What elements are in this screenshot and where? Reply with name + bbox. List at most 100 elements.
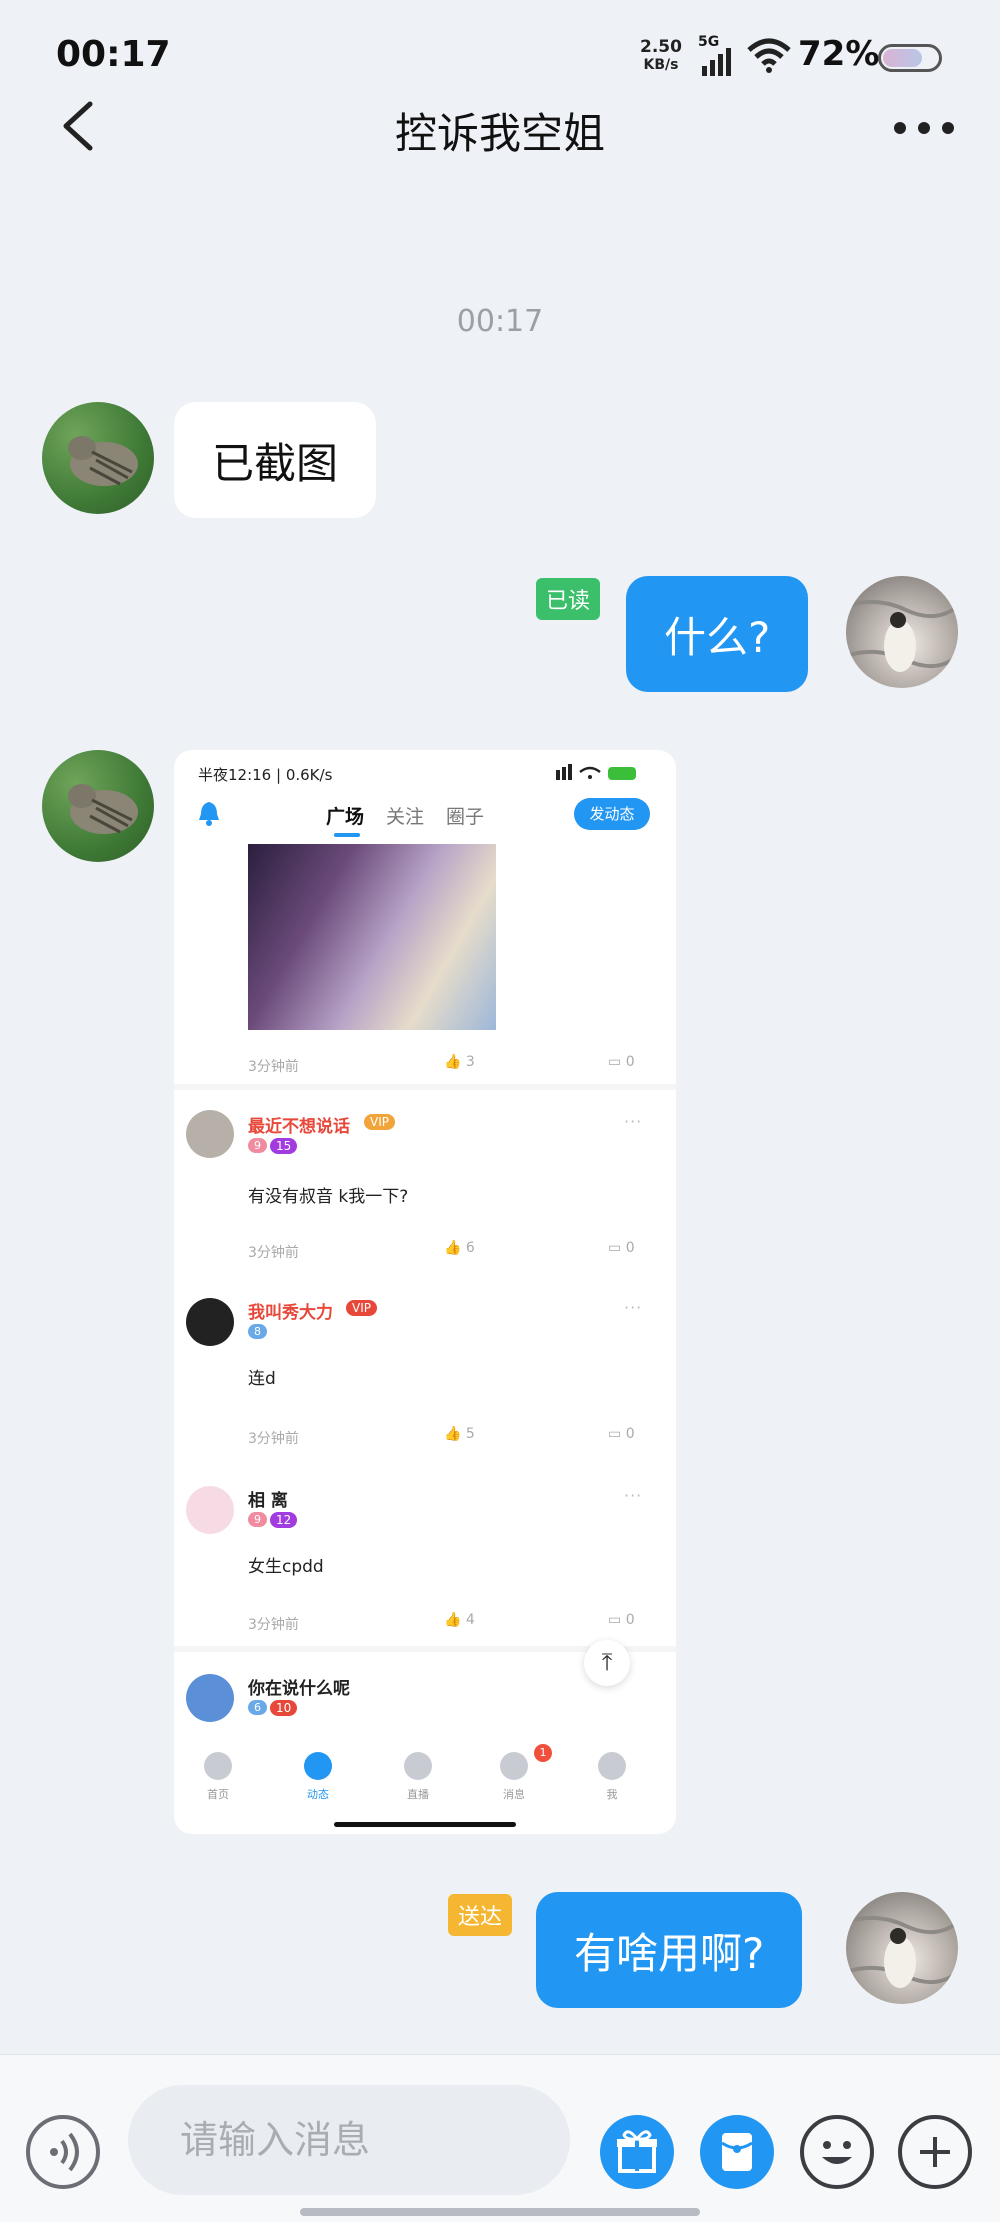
message-bubble-outgoing[interactable]: 有啥用啊? xyxy=(536,1892,803,2008)
vip-badge: VIP xyxy=(346,1300,377,1316)
more-actions-button[interactable] xyxy=(898,2115,972,2189)
message-text: 已截图 xyxy=(212,438,339,488)
post-text: 连d xyxy=(248,1369,276,1389)
rank-badge: 15 xyxy=(270,1138,298,1154)
read-status-badge: 已读 xyxy=(536,578,601,620)
nav-home[interactable]: 首页 xyxy=(178,1752,258,1802)
like-count[interactable]: 👍 3 xyxy=(444,1054,475,1070)
thumbs-up-icon: 👍 xyxy=(444,1240,462,1256)
chat-timestamp: 00:17 xyxy=(456,304,544,339)
like-count[interactable]: 👍 5 xyxy=(444,1426,475,1442)
smile-icon xyxy=(822,2141,852,2164)
post-avatar[interactable] xyxy=(186,1674,234,1722)
vip-badge: VIP xyxy=(364,1114,395,1130)
post-button[interactable]: 发动态 xyxy=(574,798,650,830)
reply-count[interactable]: ▭ 0 xyxy=(608,1240,635,1256)
emoji-button[interactable] xyxy=(800,2115,874,2189)
message-input[interactable] xyxy=(128,2085,570,2195)
post-time: 3分钟前 xyxy=(248,1431,299,1447)
my-avatar[interactable] xyxy=(846,1892,958,2004)
nav-me[interactable]: 我 xyxy=(572,1752,652,1802)
tab-square[interactable]: 广场 xyxy=(326,802,364,829)
reply-count[interactable]: ▭ 0 xyxy=(608,1054,635,1070)
bell-icon[interactable] xyxy=(196,800,222,826)
post-username[interactable]: 相 离 xyxy=(248,1486,288,1511)
comment-icon: ▭ xyxy=(608,1612,622,1628)
more-dots-icon[interactable]: ··· xyxy=(624,1112,642,1131)
post-time: 3分钟前 xyxy=(248,1059,299,1075)
more-dots-icon[interactable]: ··· xyxy=(624,1486,642,1505)
home-icon xyxy=(204,1752,232,1780)
red-packet-icon xyxy=(721,2133,753,2171)
compass-icon xyxy=(304,1752,332,1780)
message-text: 什么? xyxy=(664,612,771,662)
gift-button[interactable] xyxy=(600,2115,674,2189)
my-avatar[interactable] xyxy=(846,576,958,688)
reply-count[interactable]: ▭ 0 xyxy=(608,1612,635,1628)
tab-circle[interactable]: 圈子 xyxy=(446,802,484,829)
video-icon xyxy=(404,1752,432,1780)
wifi-icon xyxy=(746,36,792,80)
screenshot-bottom-nav: 首页 动态 直播 消息 1 我 xyxy=(174,1740,676,1834)
post-image[interactable] xyxy=(248,844,496,1030)
post-username[interactable]: 最近不想说话 xyxy=(248,1112,350,1137)
more-button[interactable] xyxy=(890,110,960,146)
thumbs-up-icon: 👍 xyxy=(444,1612,462,1628)
network-speed-unit: KB/s xyxy=(643,57,679,73)
input-bar xyxy=(0,2054,1000,2222)
comment-icon: ▭ xyxy=(608,1240,622,1256)
post-avatar[interactable] xyxy=(186,1110,234,1158)
post-username[interactable]: 我叫秀大力 xyxy=(248,1298,333,1323)
battery-fill xyxy=(883,49,922,67)
network-speed: 2.50 KB/s xyxy=(640,38,682,74)
more-dots-icon[interactable]: ··· xyxy=(624,1298,642,1317)
home-indicator xyxy=(300,2208,700,2216)
battery-icon xyxy=(878,44,942,72)
message-bubble-outgoing[interactable]: 什么? xyxy=(626,576,809,692)
network-speed-value: 2.50 xyxy=(640,37,682,57)
screenshot-status-time: 半夜12:16 | 0.6K/s xyxy=(198,766,333,784)
sent-status-badge: 送达 xyxy=(448,1894,513,1936)
gift-icon xyxy=(617,2130,657,2173)
rank-badge: 10 xyxy=(270,1700,298,1716)
post-avatar[interactable] xyxy=(186,1298,234,1346)
chat-icon xyxy=(500,1752,528,1780)
level-badge: 6 xyxy=(248,1700,267,1715)
tab-underline xyxy=(334,833,360,837)
reply-count[interactable]: ▭ 0 xyxy=(608,1426,635,1442)
profile-icon xyxy=(598,1752,626,1780)
arrow-up-icon: ⤒ xyxy=(601,1648,613,1676)
level-badge: 9 xyxy=(248,1512,267,1527)
like-count[interactable]: 👍 6 xyxy=(444,1240,475,1256)
contact-avatar[interactable] xyxy=(42,402,154,514)
post-time: 3分钟前 xyxy=(248,1245,299,1261)
thumbs-up-icon: 👍 xyxy=(444,1426,462,1442)
divider xyxy=(174,1084,676,1090)
red-packet-button[interactable] xyxy=(700,2115,774,2189)
contact-avatar[interactable] xyxy=(42,750,154,862)
like-count[interactable]: 👍 4 xyxy=(444,1612,475,1628)
nav-feed[interactable]: 动态 xyxy=(278,1752,358,1802)
message-text: 有啥用啊? xyxy=(574,1928,765,1978)
thumbs-up-icon: 👍 xyxy=(444,1054,462,1070)
level-badge: 8 xyxy=(248,1324,267,1339)
screenshot-status-icons xyxy=(526,764,646,788)
voice-icon xyxy=(50,2132,79,2172)
rank-badge: 12 xyxy=(270,1512,298,1528)
battery-percent: 72% xyxy=(798,34,880,74)
post-avatar[interactable] xyxy=(186,1486,234,1534)
message-bubble-incoming[interactable]: 已截图 xyxy=(174,402,377,518)
voice-button[interactable] xyxy=(26,2115,100,2189)
nav-live[interactable]: 直播 xyxy=(378,1752,458,1802)
post-username[interactable]: 你在说什么呢 xyxy=(248,1674,350,1699)
chat-header: 控诉我空姐 xyxy=(0,90,1000,170)
more-dots-icon xyxy=(894,122,954,134)
post-text: 有没有叔音 k我一下? xyxy=(248,1187,409,1207)
post-time: 3分钟前 xyxy=(248,1617,299,1633)
unread-badge: 1 xyxy=(534,1744,552,1762)
scroll-top-button[interactable]: ⤒ xyxy=(584,1640,630,1686)
level-badge: 9 xyxy=(248,1138,267,1153)
image-message[interactable]: 半夜12:16 | 0.6K/s 广场 关注 圈子 发动态 3分钟前 👍 3 ▭… xyxy=(174,750,676,1834)
tab-follow[interactable]: 关注 xyxy=(386,802,424,829)
status-time: 00:17 xyxy=(56,34,171,75)
